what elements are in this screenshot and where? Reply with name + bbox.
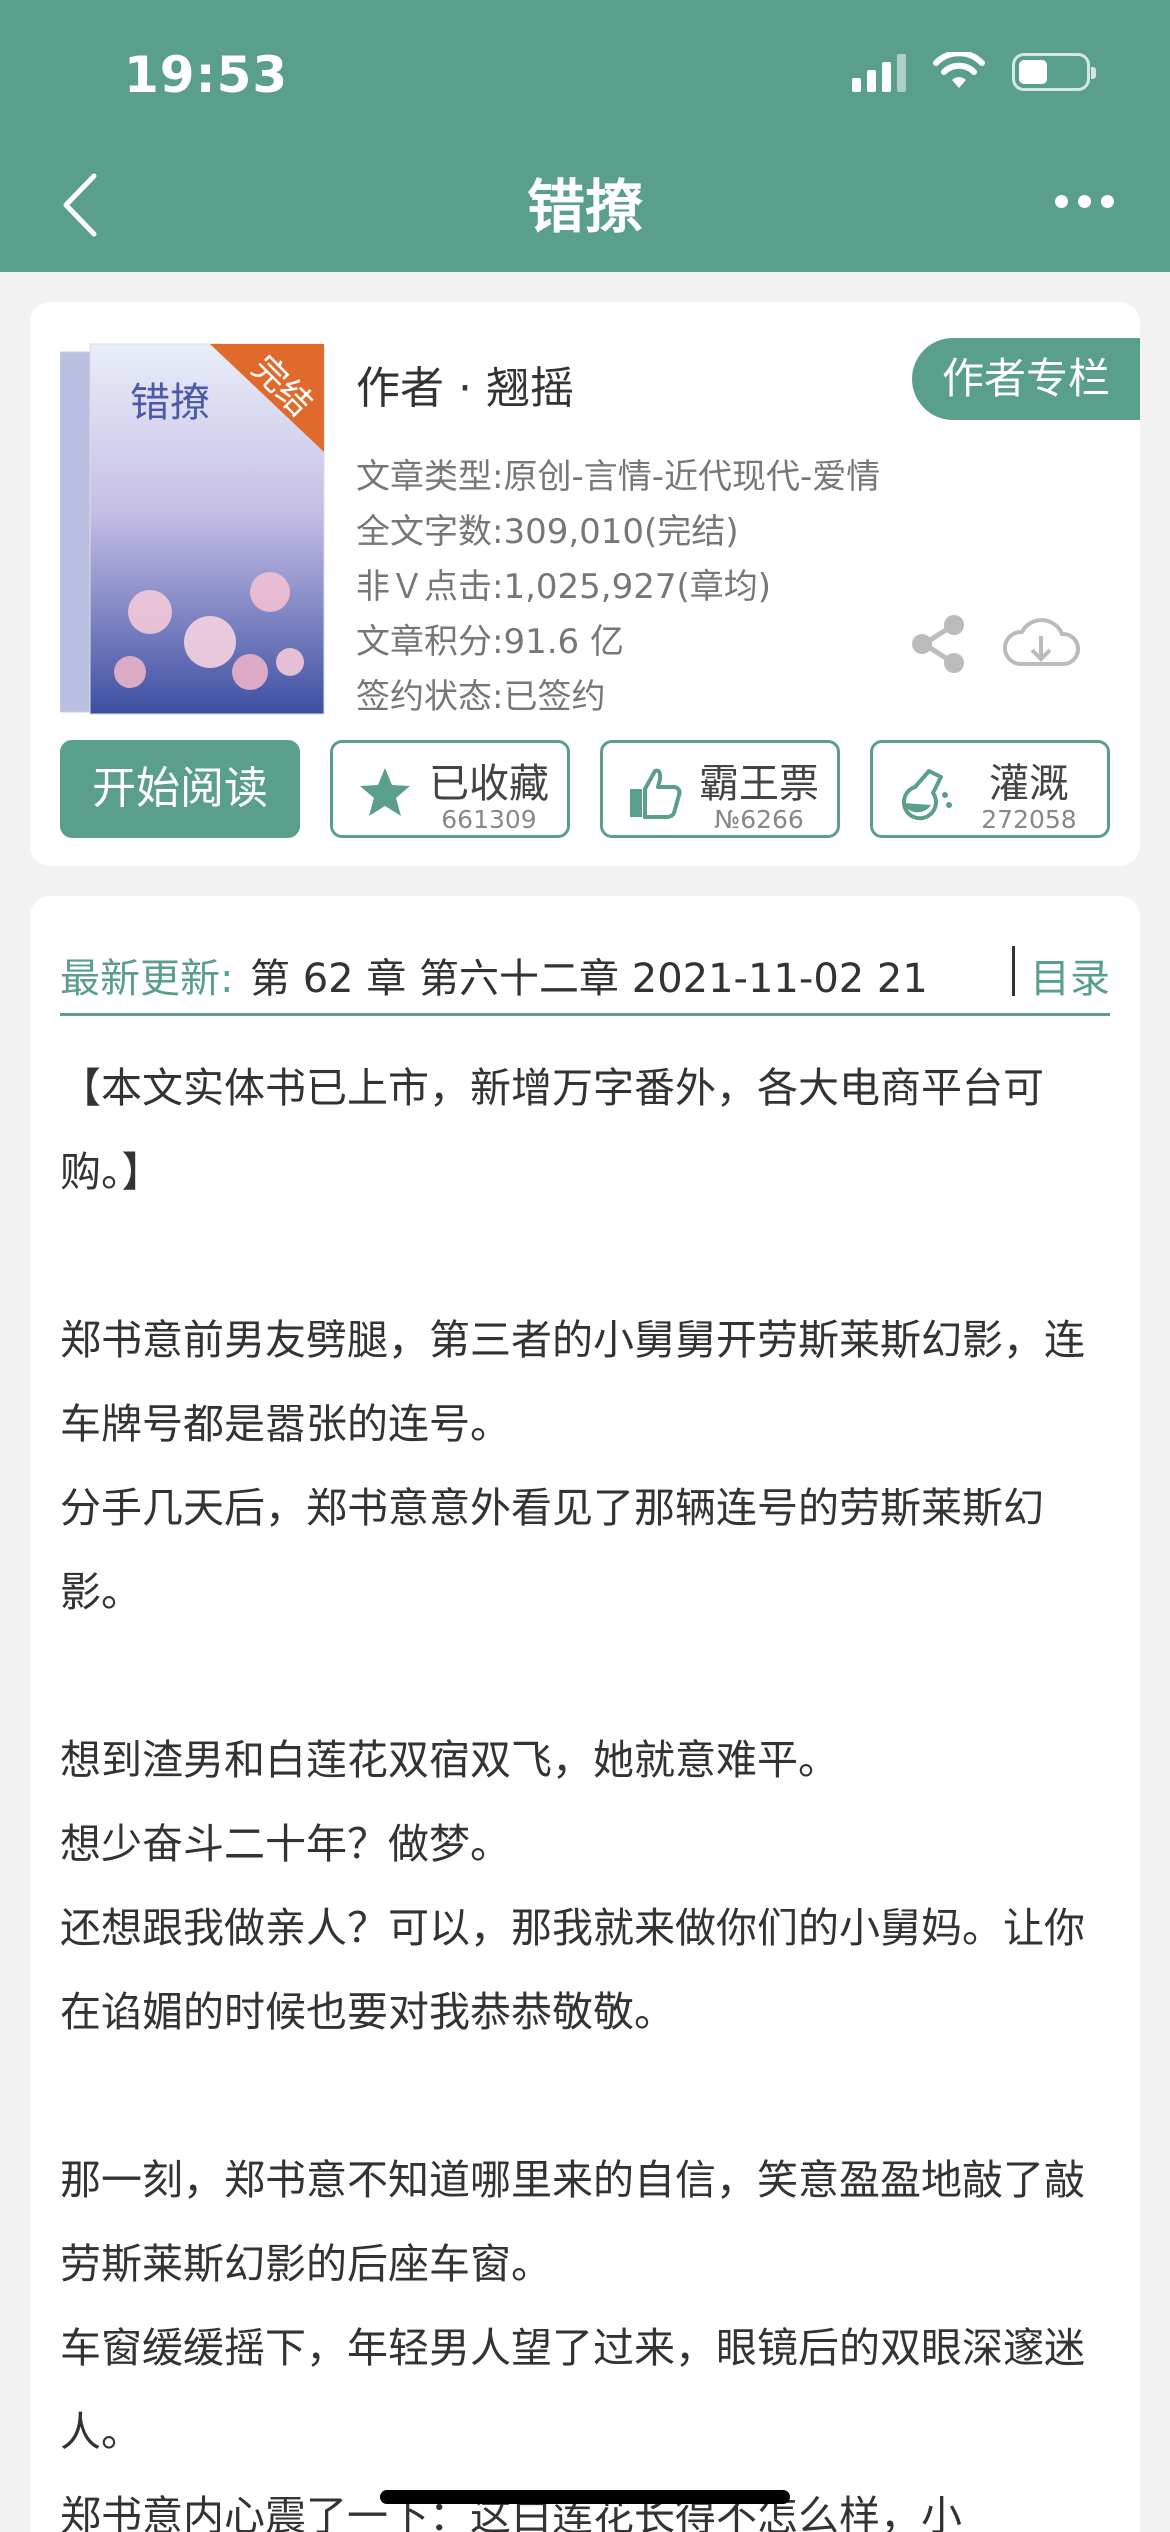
star-icon (360, 768, 410, 816)
synopsis-paragraph: 郑书意前男友劈腿，第三者的小舅舅开劳斯莱斯幻影，连车牌号都是嚣张的连号。 (60, 1316, 1085, 1448)
author-name[interactable]: 作者 · 翘摇 (356, 352, 574, 416)
synopsis-paragraph (60, 2054, 1110, 2138)
overlord-ticket-rank: №6266 (714, 805, 804, 834)
divider (1012, 946, 1015, 996)
book-meta: 文章类型:原创-言情-近代现代-爱情 全文字数:309,010(完结) 非Ｖ点击… (356, 450, 880, 725)
water-label: 灌溉 (989, 761, 1069, 807)
home-indicator (380, 2490, 790, 2504)
synopsis-paragraph: 那一刻，郑书意不知道哪里来的自信，笑意盈盈地敲了敲劳斯莱斯幻影的后座车窗。 (60, 2156, 1085, 2288)
overlord-ticket-button[interactable]: 霸王票 №6266 (600, 740, 840, 838)
signal-icon (852, 52, 906, 92)
favorite-button[interactable]: 已收藏 661309 (330, 740, 570, 838)
meta-contract: 签约状态:已签约 (356, 677, 606, 717)
latest-update-text[interactable]: 第 62 章 第六十二章 2021-11-02 21: (250, 946, 930, 1004)
start-reading-button[interactable]: 开始阅读 (60, 740, 300, 838)
synopsis-paragraph: 分手几天后，郑书意意外看见了那辆连号的劳斯莱斯幻影。 (60, 1484, 1044, 1616)
table-of-contents-link[interactable]: 目录 (1030, 946, 1110, 1004)
battery-icon (1012, 53, 1096, 91)
latest-update-label: 最新更新: (60, 956, 234, 1002)
synopsis-paragraph: 车窗缓缓摇下，年轻男人望了过来，眼镜后的双眼深邃迷人。 (60, 2324, 1085, 2456)
synopsis-text: 【本文实体书已上市，新增万字番外，各大电商平台可购。】 郑书意前男友劈腿，第三者… (60, 1046, 1110, 2532)
meta-type: 文章类型:原创-言情-近代现代-爱情 (356, 457, 881, 497)
meta-word-count: 全文字数:309,010(完结) (356, 512, 739, 552)
synopsis-paragraph: 想少奋斗二十年？做梦。 (60, 1820, 511, 1868)
favorite-label: 已收藏 (429, 761, 549, 807)
thumbs-up-icon (630, 768, 682, 819)
download-icon[interactable] (1002, 614, 1080, 674)
latest-update-bar[interactable]: 最新更新: 第 62 章 第六十二章 2021-11-02 21: 目录 (60, 926, 1110, 1016)
cover-title: 错撩 (130, 380, 210, 426)
page-title: 错撩 (526, 173, 643, 241)
status-icons (852, 52, 1096, 92)
book-info-card: 完结 错撩 作者 · 翘摇 作者专栏 文章类型:原创-言情-近代现代-爱情 全文… (30, 302, 1140, 866)
more-icon[interactable] (1055, 195, 1114, 208)
synopsis-paragraph (60, 1634, 1110, 1718)
top-bar: 19:53 错撩 (0, 0, 1170, 272)
author-column-button[interactable]: 作者专栏 (912, 338, 1140, 420)
favorite-count: 661309 (441, 805, 537, 834)
status-time: 19:53 (124, 46, 289, 104)
watering-flask-icon (901, 769, 952, 821)
meta-score: 文章积分:91.6 亿 (356, 622, 624, 662)
wifi-icon (933, 52, 985, 88)
synopsis-card: 最新更新: 第 62 章 第六十二章 2021-11-02 21: 目录 【本文… (30, 896, 1140, 2532)
book-cover[interactable]: 完结 错撩 (60, 342, 326, 716)
water-count: 272058 (981, 805, 1077, 834)
synopsis-paragraph: 【本文实体书已上市，新增万字番外，各大电商平台可购。】 (60, 1064, 1044, 1196)
synopsis-paragraph: 还想跟我做亲人？可以，那我就来做你们的小舅妈。让你在谄媚的时候也要对我恭恭敬敬。 (60, 1904, 1085, 2036)
synopsis-paragraph (60, 1214, 1110, 1298)
meta-clicks: 非Ｖ点击:1,025,927(章均) (356, 567, 772, 607)
synopsis-paragraph: 想到渣男和白莲花双宿双飞，她就意难平。 (60, 1736, 839, 1784)
overlord-ticket-label: 霸王票 (699, 761, 819, 807)
water-button[interactable]: 灌溉 272058 (870, 740, 1110, 838)
share-icon[interactable] (910, 614, 966, 674)
